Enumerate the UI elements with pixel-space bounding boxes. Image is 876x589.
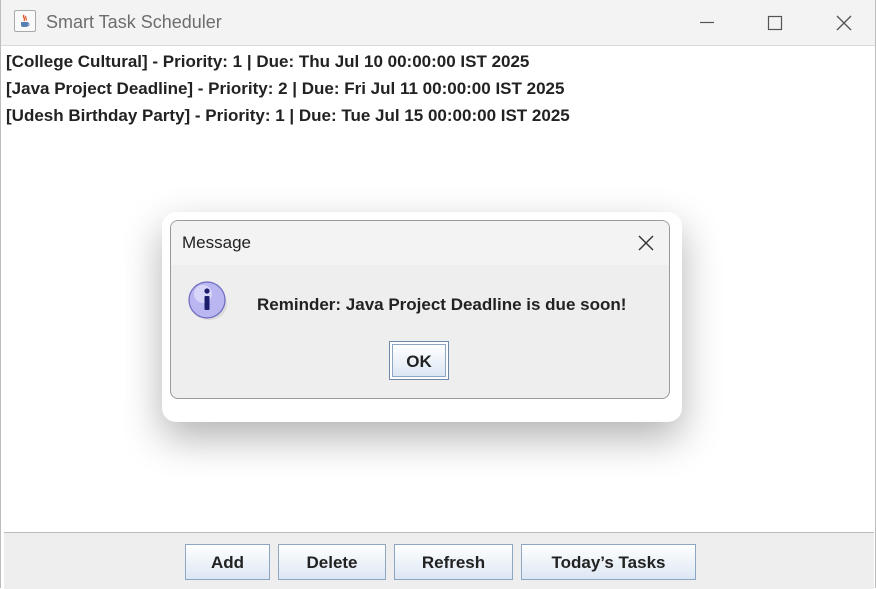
close-button[interactable] bbox=[809, 0, 876, 45]
close-icon bbox=[836, 15, 852, 31]
message-dialog: Message Reminder: Java Project Deadline … bbox=[170, 220, 670, 399]
dialog-message: Reminder: Java Project Deadline is due s… bbox=[257, 295, 627, 314]
delete-button[interactable]: Delete bbox=[278, 544, 386, 580]
minimize-button[interactable] bbox=[672, 0, 742, 45]
dialog-title-bar: Message bbox=[171, 221, 669, 265]
refresh-button[interactable]: Refresh bbox=[394, 544, 513, 580]
maximize-icon bbox=[767, 15, 783, 31]
minimize-icon bbox=[700, 21, 714, 24]
window-title: Smart Task Scheduler bbox=[46, 12, 222, 32]
todays-tasks-button[interactable]: Today’s Tasks bbox=[521, 544, 696, 580]
ok-button-label: OK bbox=[392, 344, 446, 377]
dialog-title: Message bbox=[182, 233, 251, 252]
ok-button[interactable]: OK bbox=[389, 341, 449, 380]
task-item[interactable]: [College Cultural] - Priority: 1 | Due: … bbox=[6, 52, 529, 72]
close-icon bbox=[638, 235, 654, 251]
java-cup-icon[interactable] bbox=[14, 10, 36, 32]
maximize-button[interactable] bbox=[740, 0, 810, 45]
dialog-close-button[interactable] bbox=[627, 225, 667, 261]
task-item[interactable]: [Java Project Deadline] - Priority: 2 | … bbox=[6, 79, 564, 99]
button-bar: Add Delete Refresh Today’s Tasks bbox=[4, 532, 874, 589]
info-icon bbox=[188, 281, 227, 320]
title-bar: Smart Task Scheduler bbox=[1, 0, 875, 46]
add-button[interactable]: Add bbox=[185, 544, 270, 580]
task-item[interactable]: [Udesh Birthday Party] - Priority: 1 | D… bbox=[6, 106, 570, 126]
